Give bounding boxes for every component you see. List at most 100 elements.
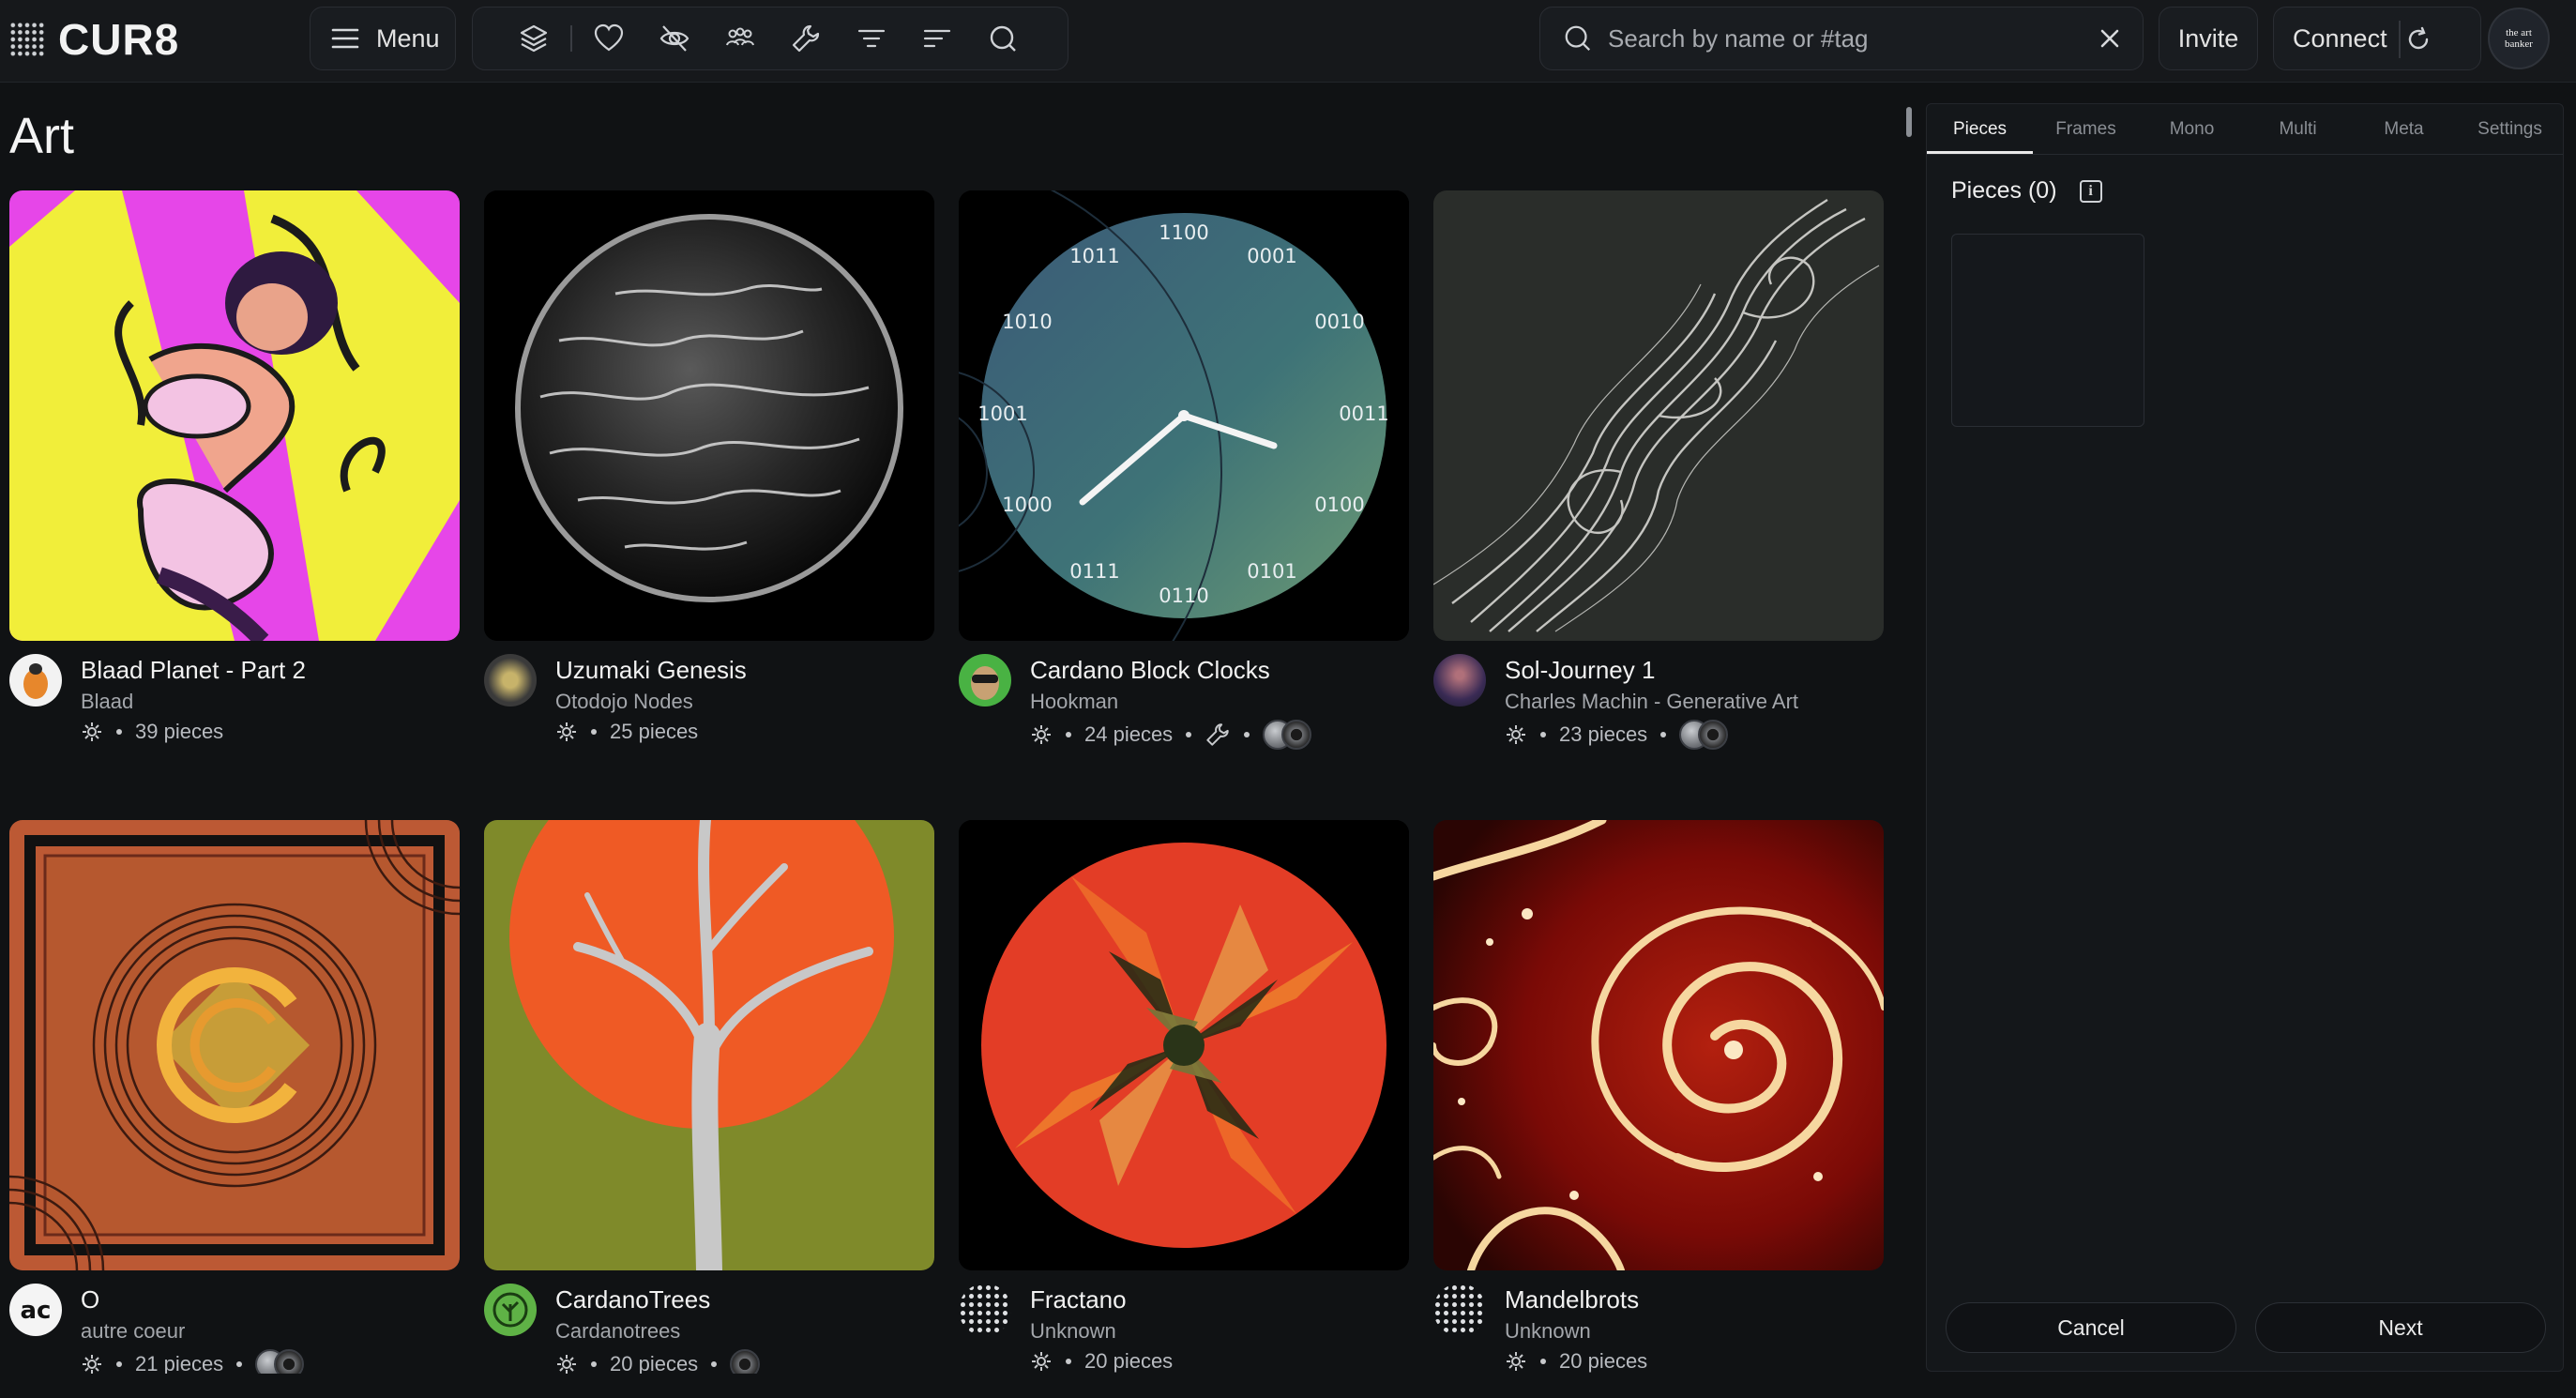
cancel-button[interactable]: Cancel [1946,1302,2236,1353]
card-author[interactable]: Unknown [1030,1319,1116,1344]
card-title[interactable]: Uzumaki Genesis [555,656,747,685]
invite-label: Invite [2177,23,2239,53]
collection-thumbnail[interactable] [484,820,934,1270]
card-meta: ac O autre coeur 21 pieces [9,1270,460,1379]
tab-meta[interactable]: Meta [2351,104,2457,154]
card-author[interactable]: autre coeur [81,1319,185,1344]
tab-multi[interactable]: Multi [2245,104,2351,154]
gear-icon [1507,1352,1525,1371]
collection-thumbnail[interactable]: 1100 0001 0010 0011 0100 0101 0110 0111 … [959,190,1409,641]
card-author[interactable]: Unknown [1505,1319,1591,1344]
piece-slot[interactable] [1951,234,2144,427]
sort-button[interactable] [904,7,970,70]
card-title[interactable]: Fractano [1030,1285,1127,1314]
collection-thumbnail[interactable] [959,820,1409,1270]
card-meta: CardanoTrees Cardanotrees 20 pieces [484,1270,934,1379]
logo[interactable]: CUR8 [9,13,179,66]
clock-numeral: 0110 [1159,585,1208,607]
card-stats: 24 pieces [1030,720,1312,750]
menu-button[interactable]: Menu [310,7,456,70]
hidden-button[interactable] [642,7,707,70]
invite-button[interactable]: Invite [2159,7,2258,70]
creator-avatar[interactable] [959,654,1011,707]
card-meta: Cardano Block Clocks Hookman 24 pieces [959,641,1409,750]
info-icon[interactable]: i [2079,179,2102,203]
layers-button[interactable] [501,7,567,70]
collection-card[interactable]: Blaad Planet - Part 2 Blaad 39 pieces [9,190,460,744]
gear-icon [557,1355,576,1374]
separator-dot [1244,732,1250,737]
tab-frames[interactable]: Frames [2033,104,2139,154]
creator-avatar[interactable]: ac [9,1284,62,1336]
next-button[interactable]: Next [2255,1302,2546,1353]
piece-count: 25 pieces [610,720,699,743]
favorites-button[interactable] [576,7,642,70]
gear-icon [83,1355,101,1374]
clock-numeral: 1011 [1069,245,1119,267]
collection-card[interactable]: CardanoTrees Cardanotrees 20 pieces [484,820,934,1379]
filter-icon [857,29,886,48]
card-author[interactable]: Blaad [81,690,133,714]
card-author[interactable]: Hookman [1030,690,1118,714]
clock-numeral: 0101 [1247,560,1296,583]
grid-clip [0,1374,1914,1398]
toolbar [472,7,1068,70]
collection-card[interactable]: 1100 0001 0010 0011 0100 0101 0110 0111 … [959,190,1409,750]
collection-card[interactable]: Fractano Unknown 20 pieces [959,820,1409,1374]
card-author[interactable]: Otodojo Nodes [555,690,693,714]
collection-thumbnail[interactable] [9,190,460,641]
creator-avatar[interactable] [1433,654,1486,707]
creator-avatar[interactable] [1433,1284,1486,1336]
collection-thumbnail[interactable] [484,190,934,641]
marketplace-icon[interactable] [1281,720,1312,750]
creator-avatar[interactable] [484,1284,537,1336]
top-bar: CUR8 Menu Search by name or #tag Invite … [0,0,2576,83]
tools-button[interactable] [773,7,839,70]
card-title[interactable]: Mandelbrots [1505,1285,1639,1314]
card-meta: Sol-Journey 1 Charles Machin - Generativ… [1433,641,1884,750]
panel-tabs: Pieces Frames Mono Multi Meta Settings [1927,104,2563,155]
selection-panel: Pieces Frames Mono Multi Meta Settings P… [1926,103,2564,1372]
tab-pieces[interactable]: Pieces [1927,104,2033,154]
card-title[interactable]: O [81,1285,99,1314]
search-input[interactable] [1608,23,2084,53]
gear-icon [1032,1352,1051,1371]
separator-dot [116,1361,122,1367]
community-button[interactable] [707,7,773,70]
gear-icon [83,722,101,741]
page-title: Art [9,108,75,164]
search-toggle-button[interactable] [970,7,1036,70]
collection-thumbnail[interactable] [1433,820,1884,1270]
search-icon [1565,25,1591,52]
tab-mono[interactable]: Mono [2139,104,2245,154]
collection-card[interactable]: Uzumaki Genesis Otodojo Nodes 25 pieces [484,190,934,744]
search-bar [1539,7,2144,70]
creator-avatar[interactable] [9,654,62,707]
wrench-icon[interactable] [1205,722,1231,748]
collection-card[interactable]: Mandelbrots Unknown 20 pieces [1433,820,1884,1374]
user-avatar[interactable]: the art banker [2488,8,2550,69]
card-author[interactable]: Charles Machin - Generative Art [1505,690,1798,714]
collection-card[interactable]: ac O autre coeur 21 pieces [9,820,460,1379]
collection-thumbnail[interactable] [1433,190,1884,641]
layers-icon [520,24,548,53]
card-title[interactable]: CardanoTrees [555,1285,710,1314]
separator-dot [1660,732,1667,737]
creator-avatar[interactable] [484,654,537,707]
card-meta: Fractano Unknown 20 pieces [959,1270,1409,1374]
scrollbar-thumb[interactable] [1906,107,1912,137]
separator-dot [236,1361,243,1367]
collection-thumbnail[interactable] [9,820,460,1270]
marketplace-icon[interactable] [1698,720,1729,750]
tab-settings[interactable]: Settings [2457,104,2563,154]
collection-card[interactable]: Sol-Journey 1 Charles Machin - Generativ… [1433,190,1884,750]
connect-button[interactable]: Connect [2273,7,2481,70]
clear-icon[interactable] [2099,28,2120,49]
refresh-button[interactable] [2399,21,2436,58]
card-author[interactable]: Cardanotrees [555,1319,680,1344]
card-title[interactable]: Cardano Block Clocks [1030,656,1270,685]
card-title[interactable]: Sol-Journey 1 [1505,656,1655,685]
creator-avatar[interactable] [959,1284,1011,1336]
card-title[interactable]: Blaad Planet - Part 2 [81,656,306,685]
filter-button[interactable] [839,7,904,70]
